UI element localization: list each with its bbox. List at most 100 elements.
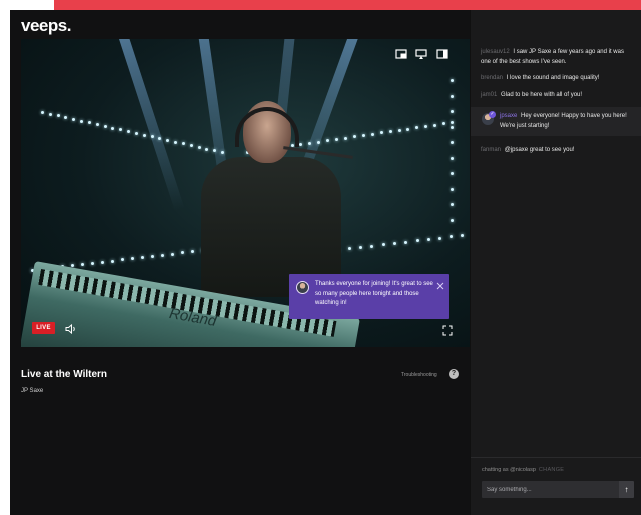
chat-footer: chatting as @nicolaspCHANGE ↑	[471, 457, 641, 515]
stage-light-dot	[451, 121, 454, 124]
chat-message: jam01 Glad to be here with all of you!	[471, 91, 641, 101]
stage-light-dot	[424, 124, 428, 128]
stage-light-dot	[91, 261, 94, 265]
chat-message-list[interactable]: julesauv12 I saw JP Saxe a few years ago…	[471, 48, 641, 163]
verified-badge-icon: ✓	[489, 111, 496, 118]
send-button[interactable]: ↑	[619, 481, 634, 498]
announcement-popup: Thanks everyone for joining! It's great …	[289, 274, 449, 319]
cast-icon[interactable]	[415, 49, 427, 59]
stage-light-dot	[381, 243, 385, 247]
stage-light-dot	[326, 139, 330, 143]
stage-light-dot	[451, 156, 454, 160]
stage-light-dot	[317, 140, 321, 144]
stage-light-dot	[461, 234, 464, 237]
stage-light-dot	[393, 242, 396, 245]
stage-light-dot	[359, 246, 362, 249]
stage-light-dot	[121, 258, 124, 262]
chat-username[interactable]: jpsaxe	[500, 113, 517, 119]
pip-icon[interactable]	[395, 49, 407, 59]
chatting-as-text: chatting as @nicolasp	[482, 467, 536, 473]
close-icon[interactable]	[435, 278, 445, 290]
show-title: Live at the Wiltern	[21, 369, 108, 380]
chatting-as-label: chatting as @nicolasp CHANGE	[482, 467, 564, 473]
chat-text: Hey everyone! Happy to have you here! We…	[500, 113, 627, 129]
stage-light-dot	[451, 203, 454, 207]
stage-light-dot	[370, 244, 374, 248]
stage-light-dot	[191, 250, 194, 254]
stage-light-dot	[388, 130, 392, 134]
stage-light-dot	[142, 133, 146, 137]
chat-message: fanman @jpsaxe great to see you!	[471, 146, 641, 156]
chat-username[interactable]: julesauv12	[481, 49, 510, 55]
chat-text: @jpsaxe great to see you!	[504, 147, 575, 153]
stage-light-dot	[433, 123, 437, 127]
stage-light-dot	[101, 260, 104, 264]
stage-light-dot	[451, 172, 454, 176]
chat-username[interactable]: brendan	[481, 75, 503, 81]
stage-light-dot	[451, 110, 454, 114]
stage-light-dot	[347, 247, 351, 251]
video-player[interactable]: Roland Thanks everyone for joining! It's…	[21, 39, 470, 347]
stage-light-dot	[442, 122, 446, 126]
stage-light-dot	[205, 147, 209, 151]
volume-icon[interactable]	[65, 322, 77, 335]
stage-light-dot	[221, 151, 224, 154]
stage-light-dot	[361, 134, 365, 138]
stage-light-dot	[181, 142, 185, 146]
stage-light-dot	[197, 145, 201, 149]
stage-light-dot	[451, 94, 454, 98]
stage-light-dot	[181, 251, 184, 255]
stage-light-dot	[451, 187, 454, 191]
announcement-text: Thanks everyone for joining! It's great …	[315, 281, 433, 306]
stage-light-dot	[141, 256, 144, 260]
panel-toggle-icon[interactable]	[436, 49, 448, 59]
stage-light-dot	[451, 141, 454, 145]
stage-light-dot	[370, 132, 374, 136]
stage-light-dot	[415, 239, 419, 243]
fullscreen-icon[interactable]	[442, 323, 453, 336]
stage-light-dot	[451, 79, 454, 82]
stage-light-dot	[451, 219, 454, 222]
stage-light-dot	[127, 130, 131, 134]
live-badge: LIVE	[32, 322, 55, 334]
stage-light-dot	[131, 257, 134, 261]
troubleshooting-link[interactable]: Troubleshooting	[401, 372, 437, 378]
stage-light-dot	[166, 138, 170, 142]
stage-light-dot	[415, 126, 419, 130]
chat-sidebar: julesauv12 I saw JP Saxe a few years ago…	[470, 10, 641, 515]
stage-light-dot	[41, 111, 44, 114]
stage-light-dot	[171, 252, 174, 256]
stage-light-dot	[64, 116, 68, 120]
artist-name[interactable]: JP Saxe	[21, 388, 43, 394]
stage-light-dot	[189, 144, 193, 148]
stage-light-dot	[80, 119, 84, 123]
app-window: veeps. Roland Thanks everyone for joinin…	[10, 10, 641, 515]
announcement-avatar	[296, 281, 309, 294]
stage-light-dot	[449, 235, 453, 239]
change-username-link[interactable]: CHANGE	[539, 467, 564, 473]
light-beam	[116, 39, 185, 212]
stage-light-dot	[48, 112, 52, 116]
chat-message: brendan I love the sound and image quali…	[471, 74, 641, 84]
stage-light-dot	[344, 136, 348, 140]
stage-light-dot	[87, 121, 91, 125]
stage-light-dot	[134, 131, 138, 135]
stage-light-dot	[72, 117, 76, 121]
chat-username[interactable]: jam01	[481, 92, 497, 98]
stage-light-dot	[379, 131, 383, 135]
stage-light-dot	[335, 137, 339, 141]
chat-message-host: ✓ jpsaxe Hey everyone! Happy to have you…	[471, 107, 641, 136]
chat-text: I love the sound and image quality!	[506, 75, 600, 81]
chat-text: Glad to be here with all of you!	[501, 91, 583, 98]
stage-light-dot	[406, 127, 410, 131]
help-icon[interactable]: ?	[449, 369, 459, 379]
stage-light-dot	[111, 126, 115, 130]
chat-input[interactable]	[482, 481, 619, 498]
stage-light-dot	[427, 238, 430, 241]
chat-username[interactable]: fanman	[481, 147, 501, 153]
stage-light-dot	[451, 125, 454, 129]
stage-light-dot	[56, 114, 60, 118]
stage-light-dot	[352, 135, 356, 139]
stage-light-dot	[81, 263, 84, 267]
veeps-logo[interactable]: veeps.	[21, 16, 71, 36]
